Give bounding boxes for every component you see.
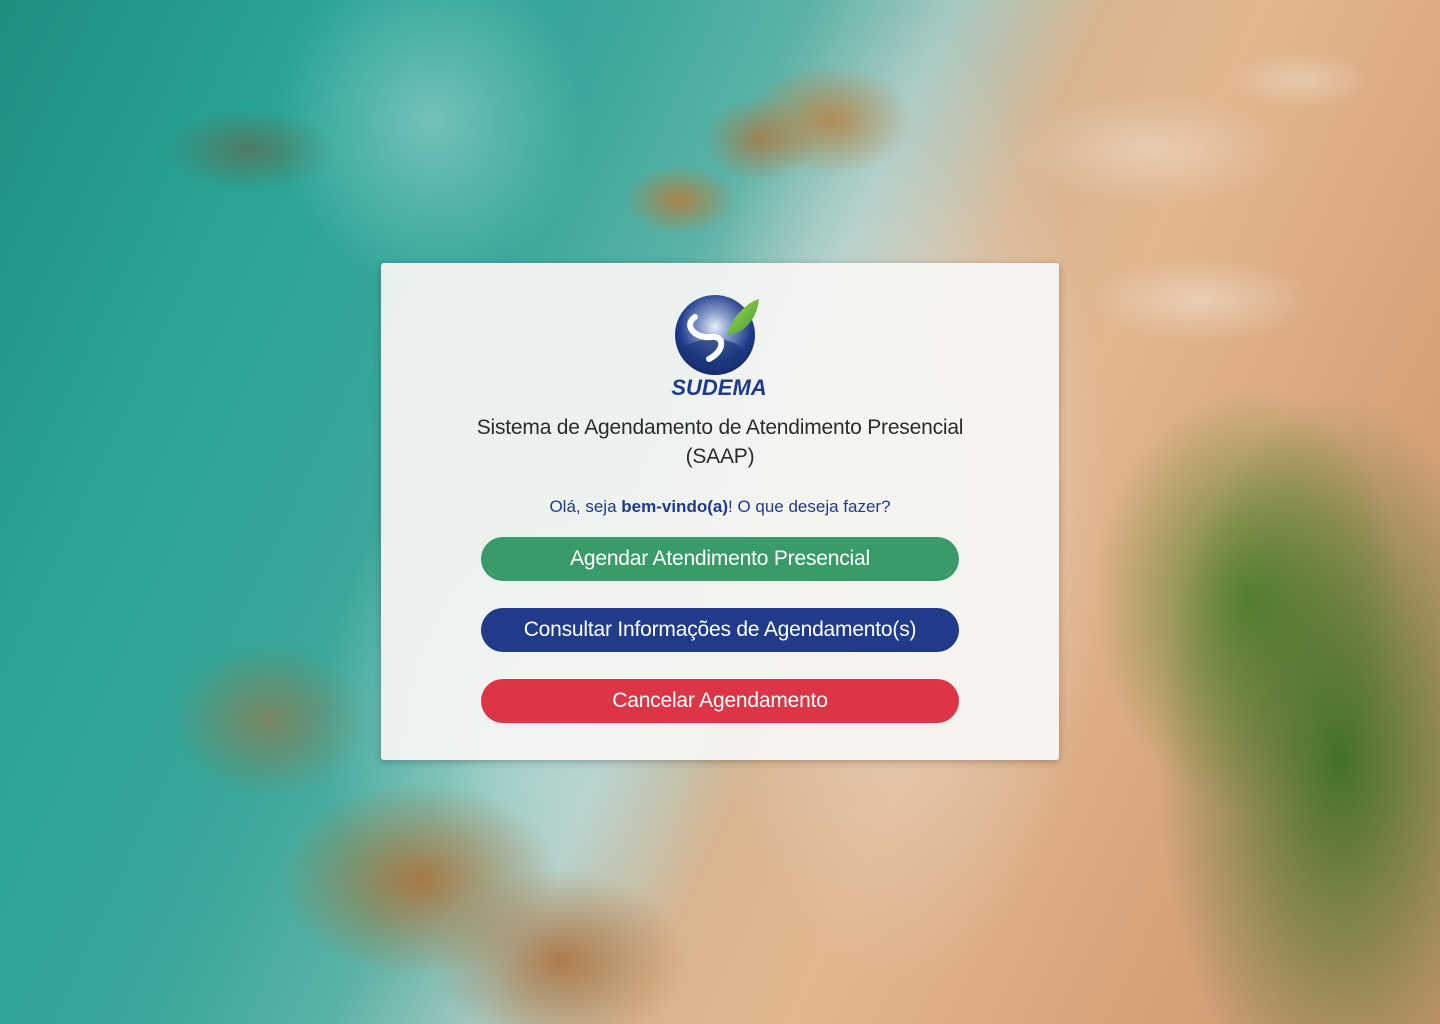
sudema-logo: SUDEMA <box>665 295 775 399</box>
welcome-card: SUDEMA Sistema de Agendamento de Atendim… <box>381 263 1059 760</box>
greeting-emphasis: bem-vindo(a) <box>621 497 728 516</box>
title-line-1: Sistema de Agendamento de Atendimento Pr… <box>476 416 964 439</box>
cancel-appointment-button[interactable]: Cancelar Agendamento <box>481 679 959 723</box>
page-title: Sistema de Agendamento de Atendimento Pr… <box>440 413 1000 471</box>
consult-appointment-button[interactable]: Consultar Informações de Agendamento(s) <box>481 608 959 652</box>
title-line-2: (SAAP) <box>685 445 755 468</box>
greeting-text: Olá, seja bem-vindo(a)! O que deseja faz… <box>549 497 890 517</box>
greeting-suffix: ! O que deseja fazer? <box>728 497 891 516</box>
logo-wordmark: SUDEMA <box>671 375 766 399</box>
greeting-prefix: Olá, seja <box>549 497 622 516</box>
schedule-appointment-button[interactable]: Agendar Atendimento Presencial <box>481 537 959 581</box>
